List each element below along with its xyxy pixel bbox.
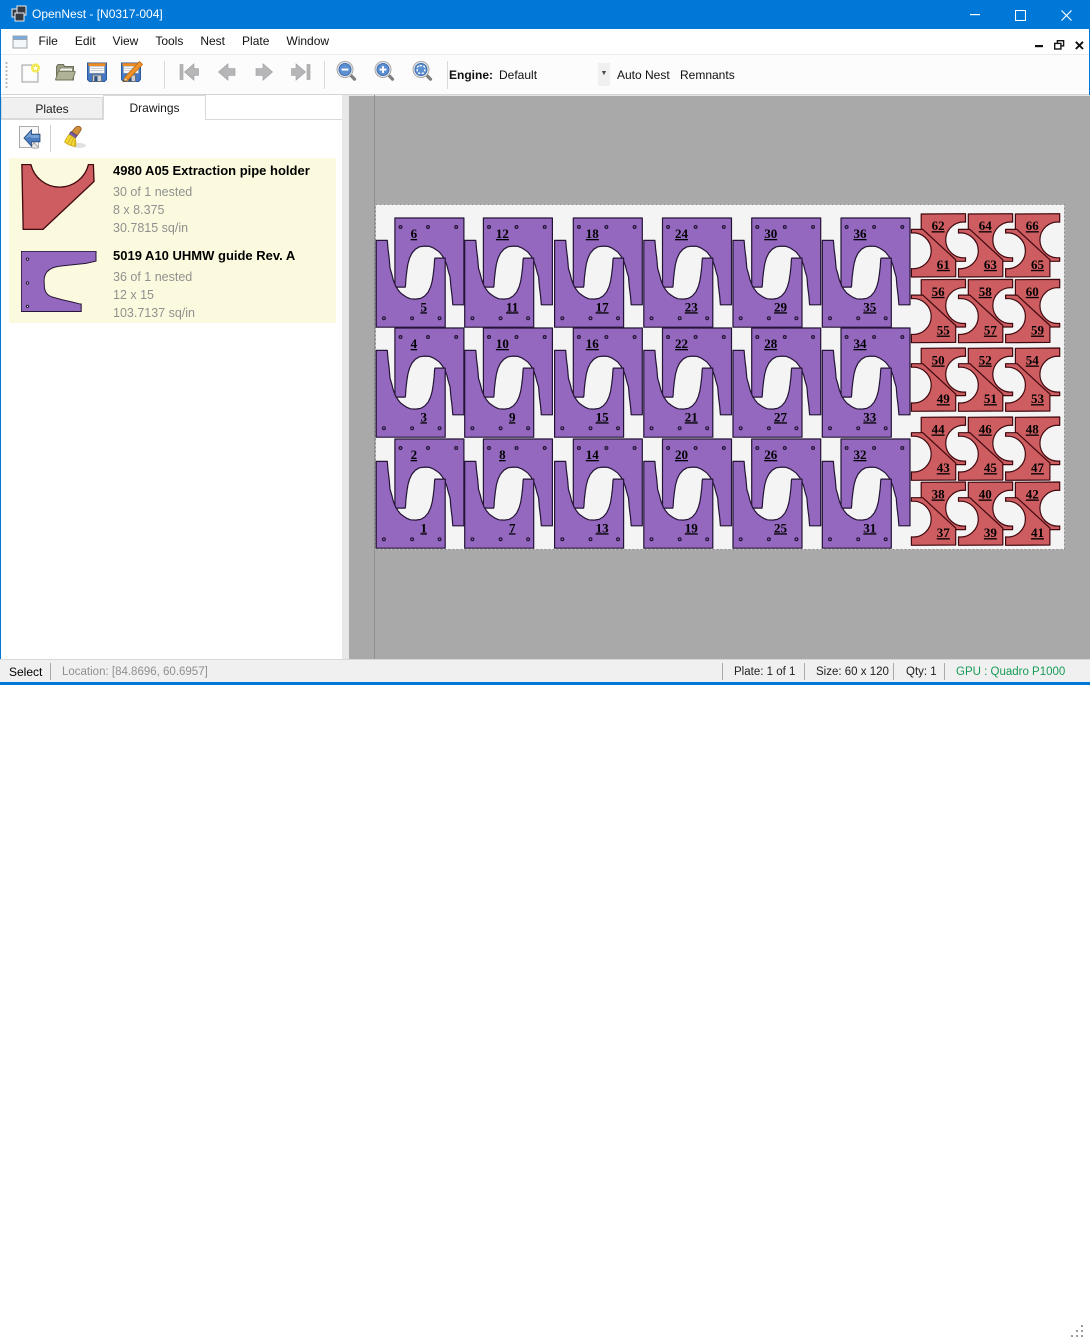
svg-text:62: 62 <box>932 218 945 233</box>
svg-text:13: 13 <box>596 520 610 535</box>
svg-text:52: 52 <box>979 353 992 368</box>
svg-text:15: 15 <box>596 409 610 424</box>
svg-text:34: 34 <box>854 336 868 351</box>
svg-text:30: 30 <box>764 226 777 241</box>
svg-text:3: 3 <box>420 409 427 424</box>
svg-text:59: 59 <box>1031 323 1045 338</box>
svg-text:21: 21 <box>685 409 698 424</box>
svg-text:61: 61 <box>937 257 950 272</box>
svg-text:55: 55 <box>937 323 951 338</box>
svg-text:28: 28 <box>764 336 778 351</box>
svg-text:19: 19 <box>685 520 699 535</box>
svg-text:7: 7 <box>509 520 516 535</box>
svg-text:40: 40 <box>979 487 992 502</box>
svg-text:53: 53 <box>1031 391 1045 406</box>
svg-text:4: 4 <box>411 336 418 351</box>
svg-text:29: 29 <box>774 299 788 314</box>
svg-text:41: 41 <box>1031 525 1044 540</box>
svg-text:22: 22 <box>675 336 688 351</box>
svg-text:31: 31 <box>863 520 876 535</box>
svg-text:32: 32 <box>854 447 867 462</box>
svg-text:8: 8 <box>499 447 506 462</box>
svg-text:18: 18 <box>586 226 600 241</box>
svg-text:16: 16 <box>586 336 600 351</box>
svg-text:35: 35 <box>863 299 877 314</box>
svg-text:23: 23 <box>685 299 699 314</box>
svg-text:57: 57 <box>984 323 998 338</box>
svg-text:39: 39 <box>984 525 998 540</box>
svg-text:6: 6 <box>411 226 418 241</box>
svg-text:5: 5 <box>420 299 427 314</box>
svg-text:46: 46 <box>979 422 993 437</box>
svg-text:38: 38 <box>932 487 946 502</box>
svg-text:58: 58 <box>979 284 993 299</box>
svg-text:54: 54 <box>1026 353 1040 368</box>
svg-text:66: 66 <box>1026 218 1040 233</box>
svg-text:45: 45 <box>984 460 998 475</box>
svg-text:43: 43 <box>937 460 951 475</box>
svg-text:48: 48 <box>1026 422 1040 437</box>
svg-text:12: 12 <box>496 226 509 241</box>
svg-text:50: 50 <box>932 353 945 368</box>
svg-text:37: 37 <box>937 525 951 540</box>
svg-text:20: 20 <box>675 447 688 462</box>
svg-text:10: 10 <box>496 336 509 351</box>
svg-text:65: 65 <box>1031 257 1045 272</box>
svg-text:36: 36 <box>854 226 868 241</box>
svg-text:27: 27 <box>774 409 788 424</box>
svg-text:42: 42 <box>1026 487 1039 502</box>
svg-text:51: 51 <box>984 391 997 406</box>
svg-text:2: 2 <box>411 447 418 462</box>
svg-text:17: 17 <box>596 299 610 314</box>
svg-text:26: 26 <box>764 447 778 462</box>
svg-text:64: 64 <box>979 218 993 233</box>
svg-text:44: 44 <box>932 422 946 437</box>
svg-text:1: 1 <box>420 520 427 535</box>
svg-text:33: 33 <box>863 409 877 424</box>
svg-text:60: 60 <box>1026 284 1039 299</box>
svg-text:47: 47 <box>1031 460 1045 475</box>
svg-text:63: 63 <box>984 257 998 272</box>
svg-text:24: 24 <box>675 226 689 241</box>
svg-text:56: 56 <box>932 284 946 299</box>
svg-text:49: 49 <box>937 391 951 406</box>
svg-text:9: 9 <box>509 409 516 424</box>
svg-text:25: 25 <box>774 520 788 535</box>
svg-text:14: 14 <box>586 447 600 462</box>
svg-text:11: 11 <box>506 299 518 314</box>
